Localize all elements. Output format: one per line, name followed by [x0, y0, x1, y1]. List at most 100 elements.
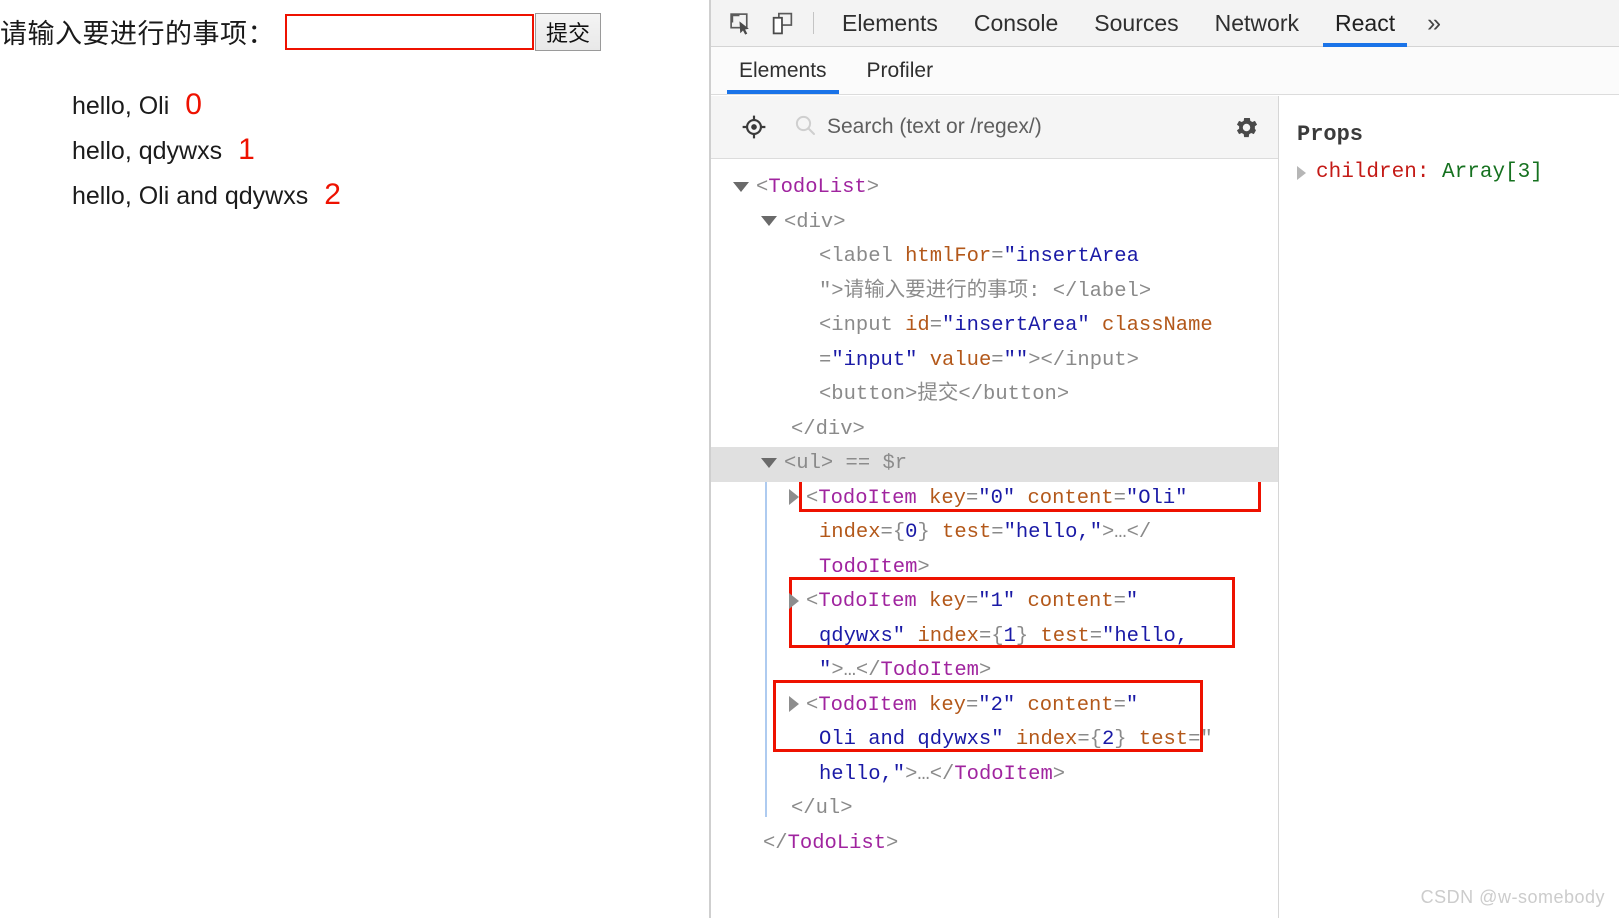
tree-token: qdywxs" — [819, 624, 906, 648]
tab-console[interactable]: Console — [956, 0, 1076, 47]
tree-token: 提交 — [917, 383, 959, 406]
tree-row[interactable]: <div> — [711, 206, 1278, 241]
todo-item-text: hello, Oli — [72, 92, 170, 120]
tree-token: < — [756, 176, 769, 199]
tree-token — [1004, 728, 1016, 751]
chevron-right-icon[interactable] — [789, 489, 799, 506]
tree-row[interactable]: <TodoItem key="2" content=" — [711, 689, 1278, 724]
tree-token — [1015, 590, 1027, 613]
devtools-body: Search (text or /regex/) <TodoList> <div>… — [711, 96, 1619, 918]
chevron-right-icon[interactable] — [1297, 165, 1306, 180]
tree-token: = — [1089, 624, 1103, 648]
tree-token: TodoItem — [954, 762, 1053, 786]
gear-icon[interactable] — [1228, 109, 1264, 145]
react-subtab-bar: Elements Profiler — [711, 47, 1619, 95]
tree-token: $r — [882, 452, 908, 475]
tree-token: "input" — [831, 348, 918, 372]
tree-row[interactable]: <button>提交</button> — [711, 378, 1278, 413]
props-row-children[interactable]: children: Array[3] — [1297, 161, 1619, 184]
tree-token: </button> — [958, 383, 1070, 406]
tab-elements[interactable]: Elements — [824, 0, 956, 47]
annotation-number: 0 — [185, 88, 202, 121]
component-tree-column: Search (text or /regex/) <TodoList> <div>… — [711, 96, 1279, 918]
tree-row[interactable]: <TodoList> — [711, 171, 1278, 206]
tree-token: "insertArea" — [942, 314, 1090, 337]
tree-token: <button> — [819, 383, 918, 406]
tree-row[interactable]: Oli and qdywxs" index={2} test=" — [711, 723, 1278, 758]
tree-token: ></input> — [1028, 348, 1139, 372]
devtools-tab-bar: Elements Console Sources Network React — [824, 0, 1413, 47]
tree-row[interactable]: ="input" value=""></input> — [711, 344, 1278, 379]
chevron-down-icon[interactable] — [761, 216, 777, 227]
tree-token — [1090, 314, 1102, 337]
tree-row[interactable]: <label htmlFor="insertArea — [711, 240, 1278, 275]
tree-token: < — [806, 693, 819, 717]
device-toolbar-icon[interactable] — [761, 2, 803, 44]
todo-input-label: 请输入要进行的事项： — [0, 19, 275, 49]
tree-row[interactable]: <TodoItem key="0" content="Oli" — [711, 482, 1278, 517]
tree-token: = — [965, 590, 979, 613]
tree-token: } — [1114, 728, 1139, 751]
tree-token: ={ — [978, 624, 1004, 648]
tree-row[interactable]: qdywxs" index={1} test="hello, — [711, 620, 1278, 655]
select-component-icon[interactable] — [733, 106, 775, 148]
tree-token: < — [806, 486, 819, 510]
tree-token: == — [833, 452, 883, 475]
tree-row[interactable]: TodoItem> — [711, 551, 1278, 586]
tree-token: >…</ — [905, 762, 955, 786]
tree-token: 0 — [905, 521, 918, 544]
tree-token: > — [978, 659, 992, 682]
submit-button[interactable]: 提交 — [535, 12, 602, 51]
tree-token: </ — [763, 831, 788, 855]
subtab-elements[interactable]: Elements — [719, 47, 847, 94]
tree-token: content — [1027, 590, 1114, 613]
tree-token: </div> — [791, 417, 865, 441]
tree-token: content — [1027, 486, 1114, 510]
tree-token: <div> — [784, 210, 846, 234]
tree-token: "hello," — [1003, 521, 1102, 544]
search-input[interactable]: Search (text or /regex/) — [793, 113, 1228, 142]
annotation-number: 1 — [238, 133, 255, 166]
tree-row[interactable]: hello,">…</TodoItem> — [711, 758, 1278, 793]
props-title: Props — [1297, 122, 1364, 147]
tree-token: 1 — [1003, 624, 1016, 648]
chevron-right-icon[interactable] — [789, 696, 799, 713]
tree-token: content — [1027, 693, 1114, 717]
tree-token: TodoItem — [818, 590, 917, 613]
todo-input[interactable] — [285, 13, 534, 50]
subtab-profiler[interactable]: Profiler — [847, 47, 954, 94]
inspect-element-icon[interactable] — [719, 2, 761, 44]
tab-sources[interactable]: Sources — [1076, 0, 1196, 47]
tree-row[interactable]: ">请输入要进行的事项: </label> — [711, 275, 1278, 310]
chevron-down-icon[interactable] — [761, 457, 777, 468]
more-tabs-icon[interactable]: » — [1413, 9, 1455, 38]
tree-token: ={ — [880, 521, 906, 544]
prop-key: children: — [1316, 161, 1430, 184]
chevron-down-icon[interactable] — [733, 181, 749, 192]
tab-react[interactable]: React — [1317, 0, 1413, 47]
list-item[interactable]: hello, Oli 0 — [72, 88, 341, 133]
tree-token: TodoItem — [880, 659, 979, 682]
tree-row[interactable]: </div> — [711, 413, 1278, 448]
tree-token: test — [1138, 728, 1189, 751]
tree-token: "Oli" — [1125, 486, 1188, 510]
tree-row[interactable]: <input id="insertArea" className — [711, 309, 1278, 344]
react-component-tree[interactable]: <TodoList> <div> <label htmlFor="insertAre… — [711, 159, 1278, 918]
tree-token: TodoItem — [818, 486, 917, 510]
tree-token: > — [1052, 762, 1066, 786]
tree-row[interactable]: ">…</TodoItem> — [711, 654, 1278, 689]
chevron-right-icon[interactable] — [789, 592, 799, 609]
list-item[interactable]: hello, Oli and qdywxs 2 — [72, 178, 341, 223]
list-item[interactable]: hello, qdywxs 1 — [72, 133, 341, 178]
props-pane: Props children: Array[3] — [1279, 96, 1619, 918]
todo-form: 请输入要进行的事项： 提交 — [0, 12, 602, 51]
tree-row[interactable]: <ul> == $r — [711, 447, 1278, 482]
tree-row[interactable]: index={0} test="hello,">…</ — [711, 516, 1278, 551]
tree-token: key — [929, 486, 966, 510]
tree-token — [917, 349, 929, 372]
tab-network[interactable]: Network — [1197, 0, 1317, 47]
tree-row[interactable]: </TodoList> — [711, 827, 1278, 862]
tree-token: 请输入要进行的事项: — [843, 279, 1053, 303]
tree-row[interactable]: <TodoItem key="1" content=" — [711, 585, 1278, 620]
tree-row[interactable]: </ul> — [711, 792, 1278, 827]
